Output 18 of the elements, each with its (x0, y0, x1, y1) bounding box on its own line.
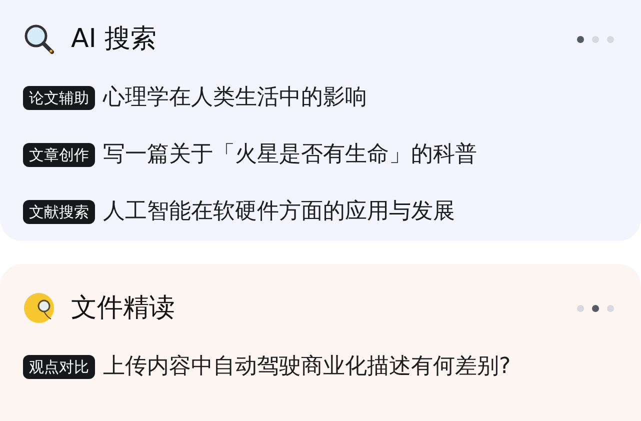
category-tag: 文献搜索 (23, 200, 95, 224)
page-indicator-dot[interactable] (577, 36, 584, 42)
page-indicator-dot[interactable] (592, 304, 599, 312)
page-indicator-dot[interactable] (607, 36, 614, 42)
suggested-prompt[interactable]: 人工智能在软硬件方面的应用与发展 (103, 197, 455, 227)
monocle-face-icon (23, 292, 55, 324)
category-tag: 论文辅助 (23, 86, 95, 110)
magnifier-icon (23, 23, 55, 55)
suggested-prompt[interactable]: 上传内容中自动驾驶商业化描述有何差别? (103, 352, 511, 382)
page-indicator-dot[interactable] (607, 304, 614, 312)
card-title: AI 搜索 (71, 23, 157, 56)
card-title: 文件精读 (71, 292, 175, 325)
category-tag: 观点对比 (23, 355, 95, 379)
page-indicator-dot[interactable] (577, 304, 584, 312)
page-indicator-dot[interactable] (592, 36, 599, 42)
suggested-prompt[interactable]: 心理学在人类生活中的影响 (103, 83, 367, 113)
suggested-prompt[interactable]: 写一篇关于「火星是否有生命」的科普 (103, 140, 477, 170)
category-tag: 文章创作 (23, 143, 95, 167)
